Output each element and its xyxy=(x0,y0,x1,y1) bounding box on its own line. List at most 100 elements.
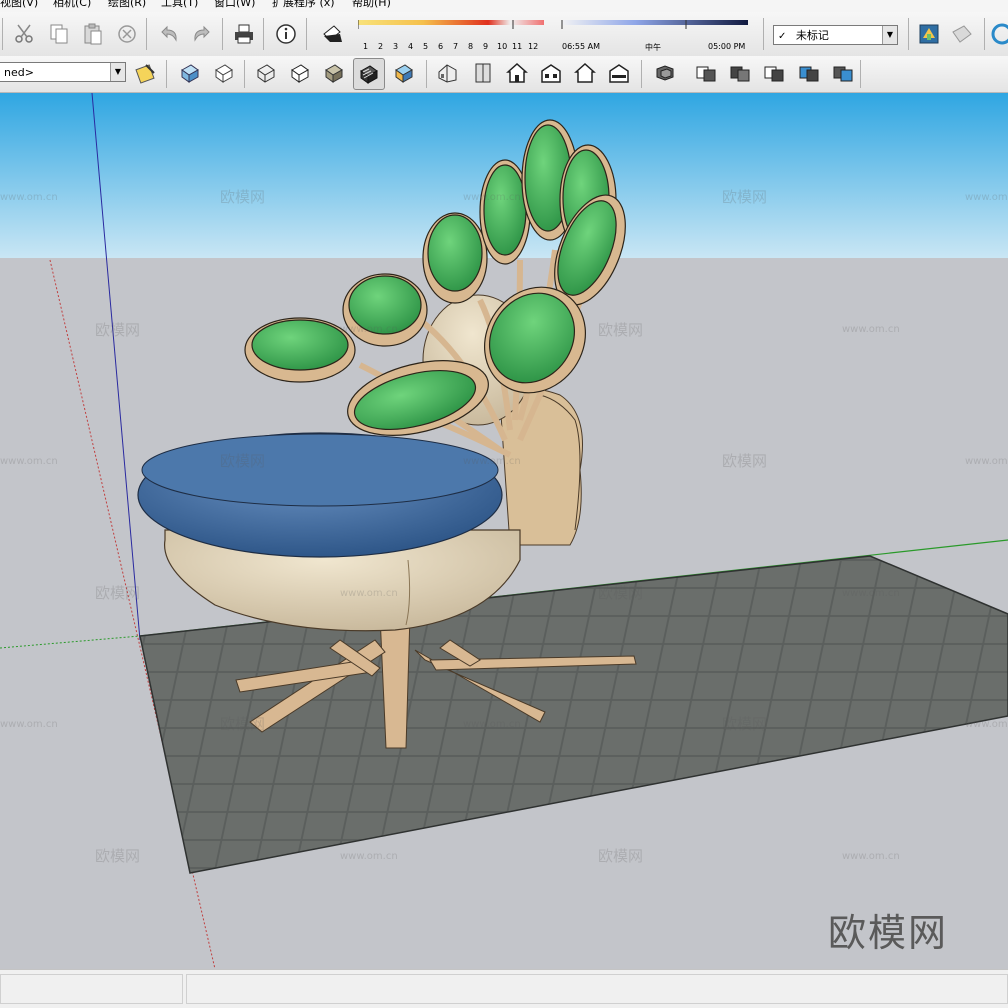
back-edges-icon[interactable] xyxy=(210,59,238,87)
chevron-down-icon[interactable]: ▼ xyxy=(110,63,125,81)
undo-icon[interactable] xyxy=(155,20,183,48)
brand-watermark: 欧模网 xyxy=(828,911,949,955)
watermark-url: www.om.cn xyxy=(0,456,58,467)
left-view-icon[interactable] xyxy=(605,59,633,87)
xray-icon[interactable] xyxy=(176,59,204,87)
watermark-text: 欧模网 xyxy=(220,715,265,733)
intersect-icon[interactable] xyxy=(692,59,720,87)
back-view-icon[interactable] xyxy=(571,59,599,87)
status-pane-left xyxy=(0,974,183,1004)
style-select[interactable]: ned> ▼ xyxy=(0,62,126,82)
watermark-url: www.om.cn xyxy=(463,192,521,203)
watermark-text: 欧模网 xyxy=(95,584,140,602)
hidden-line-icon[interactable] xyxy=(286,59,314,87)
warehouse-icon[interactable] xyxy=(915,20,943,48)
extension-icon[interactable] xyxy=(948,20,976,48)
watermark-url: www.om.cn xyxy=(340,324,398,335)
menu-tools[interactable]: 工具(T) xyxy=(161,0,198,8)
month-label: 1 xyxy=(363,42,369,51)
watermark-url: www.om.cn xyxy=(965,192,1008,203)
iso-view-icon[interactable] xyxy=(434,59,462,87)
style-value: ned> xyxy=(4,66,34,79)
sketchup-icon[interactable] xyxy=(990,20,1008,48)
layer-select[interactable]: ✓ 未标记 ▼ xyxy=(773,25,898,45)
split-icon[interactable] xyxy=(829,59,857,87)
watermark-url: www.om.cn xyxy=(0,719,58,730)
toolbar-separator xyxy=(263,18,264,50)
watermark-url: www.om.cn xyxy=(340,588,398,599)
watermark-url: www.om.cn xyxy=(842,588,900,599)
month-label: 4 xyxy=(408,42,414,51)
toolbar-separator xyxy=(908,18,909,50)
union-icon[interactable] xyxy=(726,59,754,87)
toolbar-separator xyxy=(2,18,3,50)
toolbar-separator xyxy=(763,18,764,50)
menu-window[interactable]: 窗口(W) xyxy=(214,0,255,8)
menu-help[interactable]: 帮助(H) xyxy=(352,0,391,8)
wireframe-icon[interactable] xyxy=(252,59,280,87)
front-view-icon[interactable] xyxy=(503,59,531,87)
watermark-url: www.om.cn xyxy=(842,851,900,862)
month-label: 9 xyxy=(483,42,489,51)
time-mid-label: 中午 xyxy=(645,43,661,52)
month-label: 12 xyxy=(528,42,539,51)
leaf-pad-2 xyxy=(342,273,428,347)
watermark-url: www.om.cn xyxy=(965,719,1008,730)
chevron-down-icon[interactable]: ▼ xyxy=(882,26,897,44)
shaded-textures-icon[interactable] xyxy=(353,58,385,90)
paste-icon[interactable] xyxy=(79,20,107,48)
redo-icon[interactable] xyxy=(188,20,216,48)
toolbar-separator xyxy=(984,18,985,50)
monochrome-icon[interactable] xyxy=(390,59,418,87)
shadow-time-slider[interactable] xyxy=(560,20,748,40)
menu-extensions[interactable]: 扩展程序 (x) xyxy=(272,0,335,8)
scene-canvas: 欧模网 欧模网 欧模网 欧模网 欧模网 欧模网 欧模网 欧模网 欧模网 欧模网 … xyxy=(0,93,1008,969)
watermark-text: 欧模网 xyxy=(220,188,265,206)
watermark-url: www.om.cn xyxy=(463,456,521,467)
watermark-url: www.om.cn xyxy=(0,192,58,203)
model-viewport[interactable]: 欧模网 欧模网 欧模网 欧模网 欧模网 欧模网 欧模网 欧模网 欧模网 欧模网 … xyxy=(0,93,1008,969)
cut-icon[interactable] xyxy=(10,20,38,48)
watermark-text: 欧模网 xyxy=(722,715,767,733)
toolbar-separator xyxy=(860,60,861,88)
layer-check: ✓ xyxy=(778,31,787,42)
month-label: 10 xyxy=(497,42,508,51)
watermark-url: www.om.cn xyxy=(965,456,1008,467)
month-label: 6 xyxy=(438,42,444,51)
style-eyedropper-icon[interactable] xyxy=(132,59,160,87)
shadow-month-slider[interactable] xyxy=(357,20,544,40)
trim-icon[interactable] xyxy=(795,59,823,87)
watermark-url: www.om.cn xyxy=(842,324,900,335)
toolbar-separator xyxy=(222,18,223,50)
month-label: 5 xyxy=(423,42,429,51)
top-view-icon[interactable] xyxy=(469,59,497,87)
month-label: 3 xyxy=(393,42,399,51)
menu-bar: 视图(V) 相机(C) 绘图(R) 工具(T) 窗口(W) 扩展程序 (x) 帮… xyxy=(0,0,1008,12)
watermark-text: 欧模网 xyxy=(598,584,643,602)
time-end-label: 05:00 PM xyxy=(708,42,746,51)
erase-icon[interactable] xyxy=(113,20,141,48)
menu-view[interactable]: 视图(V) xyxy=(0,0,38,8)
shaded-icon[interactable] xyxy=(320,59,348,87)
watermark-text: 欧模网 xyxy=(598,321,643,339)
watermark-text: 欧模网 xyxy=(722,188,767,206)
month-label: 8 xyxy=(468,42,474,51)
month-label: 7 xyxy=(453,42,459,51)
seat-cushion-top xyxy=(141,433,499,507)
model-info-icon[interactable] xyxy=(272,20,300,48)
shadow-toggle-icon[interactable] xyxy=(318,20,346,48)
outer-shell-icon[interactable] xyxy=(651,59,679,87)
subtract-icon[interactable] xyxy=(760,59,788,87)
watermark-url: www.om.cn xyxy=(340,851,398,862)
watermark-text: 欧模网 xyxy=(220,452,265,470)
leaf-pad-3 xyxy=(422,212,488,304)
right-view-icon[interactable] xyxy=(537,59,565,87)
menu-draw[interactable]: 绘图(R) xyxy=(108,0,146,8)
status-bar xyxy=(0,969,1008,1008)
toolbar-separator xyxy=(641,60,642,88)
menu-camera[interactable]: 相机(C) xyxy=(53,0,91,8)
copy-icon[interactable] xyxy=(45,20,73,48)
print-icon[interactable] xyxy=(230,20,258,48)
toolbar-views: ned> ▼ xyxy=(0,56,1008,93)
watermark-text: 欧模网 xyxy=(598,847,643,865)
